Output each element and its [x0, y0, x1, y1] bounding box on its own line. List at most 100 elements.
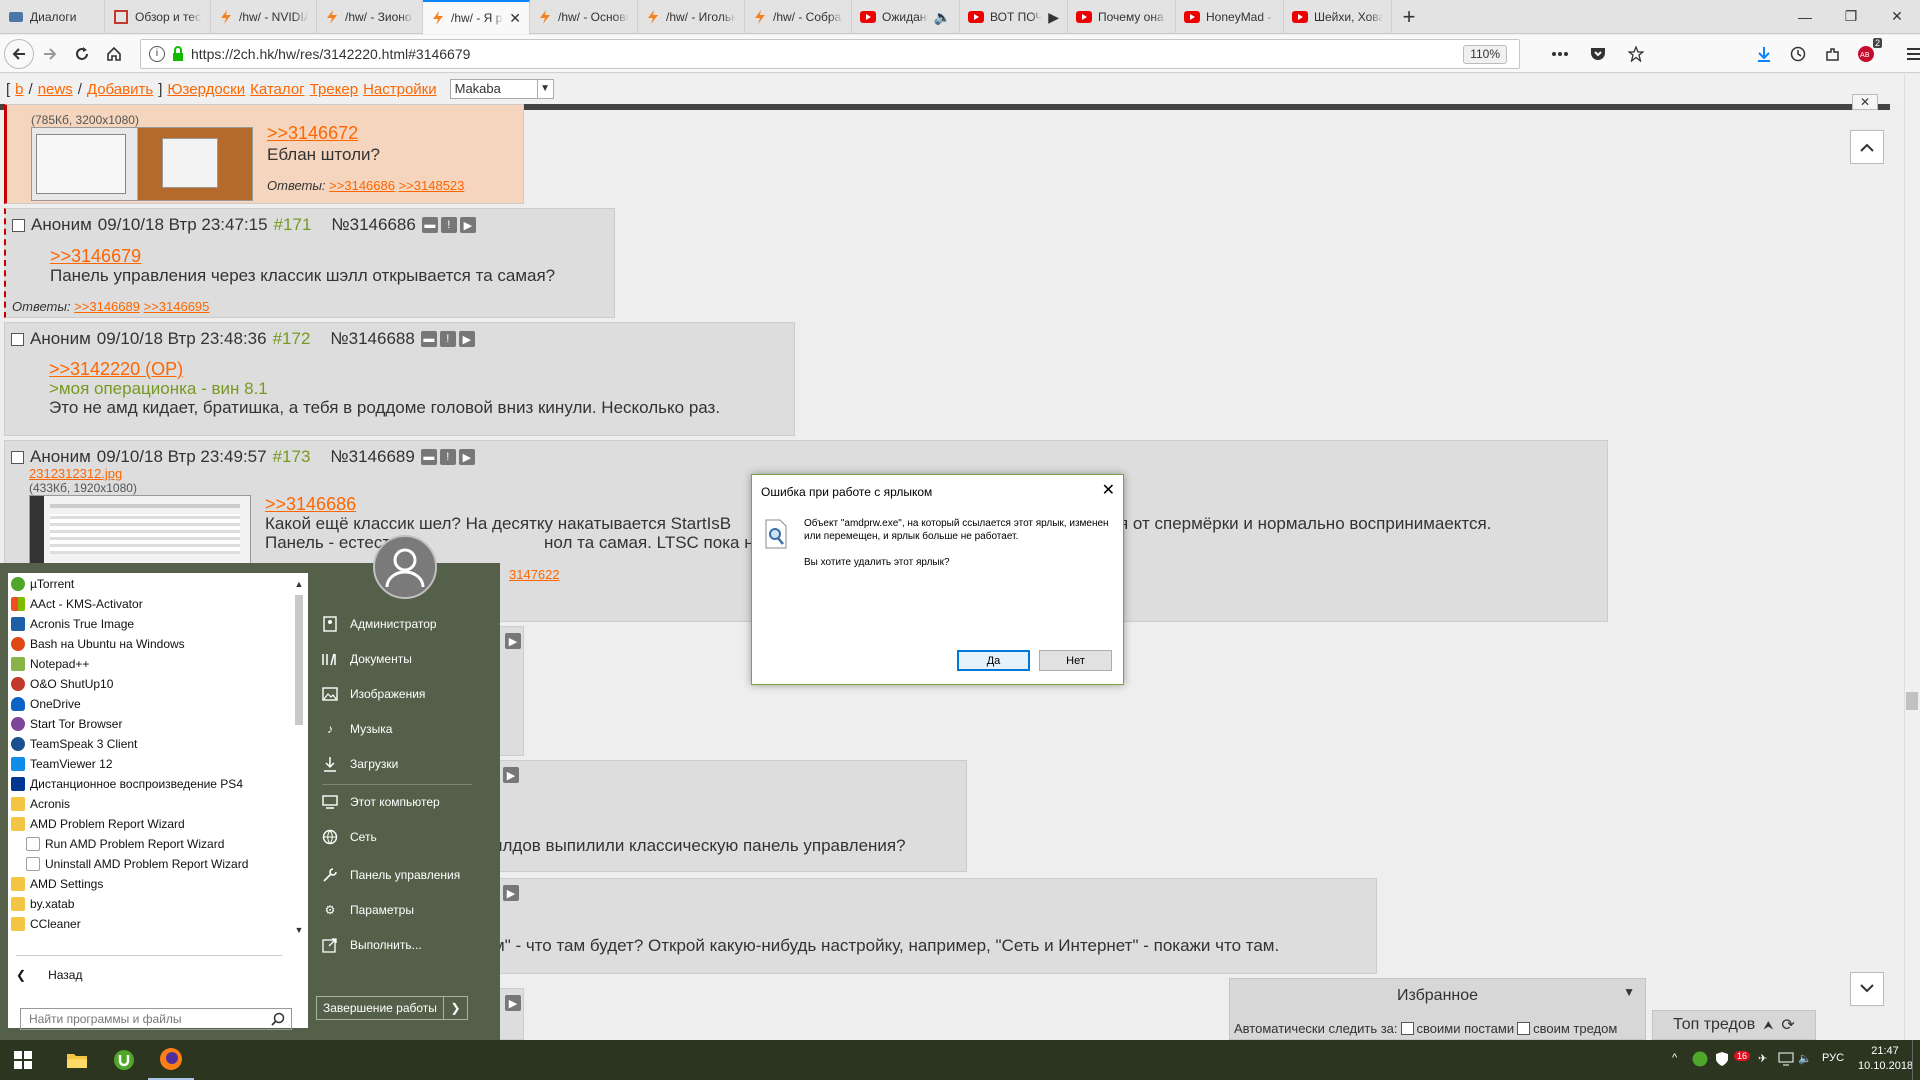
taskbar-firefox[interactable] [148, 1040, 194, 1080]
reply-link[interactable]: >>3146686 [265, 494, 356, 515]
catalog-link[interactable]: Каталог [250, 81, 305, 98]
list-item[interactable]: TeamSpeak 3 Client [11, 734, 137, 754]
list-item[interactable]: CCleaner [11, 914, 81, 934]
start-item-pictures[interactable]: Изображения [322, 681, 425, 707]
no-button[interactable]: Нет [1039, 650, 1112, 671]
list-item[interactable]: Acronis [11, 794, 70, 814]
chevron-up-icon[interactable]: ^ [1672, 1052, 1677, 1064]
tab-review[interactable]: Обзор и тестир [105, 0, 211, 34]
program-list-scrollbar[interactable]: ▲ ▼ [292, 579, 306, 939]
url-bar[interactable]: i https://2ch.hk/hw/res/3142220.html#314… [140, 39, 1520, 69]
tab-youtube-2[interactable]: ВОТ ПОЧЕМ ▶ [960, 0, 1068, 34]
post-checkbox[interactable] [12, 218, 25, 232]
tab-youtube-3[interactable]: Почему она УШ [1068, 0, 1176, 34]
tab-hw-nvidia[interactable]: /hw/ - NVIDIA T [211, 0, 317, 34]
reply-ref[interactable]: >>3146689 [74, 299, 140, 314]
airplane-icon[interactable]: ✈ [1758, 1052, 1767, 1065]
search-icon[interactable] [271, 1012, 285, 1026]
downloads-button[interactable] [1748, 38, 1780, 70]
program-search-input[interactable]: Найти программы и файлы [20, 1008, 292, 1030]
bookmark-star-button[interactable] [1620, 38, 1652, 70]
post-thumbnail[interactable] [29, 495, 251, 565]
post-id[interactable]: №3146689 [330, 447, 414, 467]
chevron-up-icon[interactable]: ⮝ [1763, 1018, 1773, 1033]
play-icon[interactable]: ▶ [505, 633, 521, 649]
list-item[interactable]: Run AMD Problem Report Wizard [26, 834, 224, 854]
language-indicator[interactable]: РУС [1822, 1052, 1844, 1064]
start-item-downloads[interactable]: Загрузки [322, 751, 398, 777]
tab-hw-main[interactable]: /hw/ - Основно [530, 0, 638, 34]
watch-own-posts-checkbox[interactable] [1400, 1022, 1414, 1035]
style-select[interactable]: Makaba ▼ [449, 79, 554, 99]
list-item[interactable]: Notepad++ [11, 654, 89, 674]
play-icon[interactable]: ▶ [458, 449, 475, 465]
home-button[interactable] [98, 38, 130, 70]
back-button[interactable] [4, 38, 34, 69]
yes-button[interactable]: Да [957, 650, 1030, 671]
page-scrollbar[interactable] [1904, 74, 1920, 1041]
forward-button[interactable] [34, 38, 66, 70]
close-icon[interactable]: ✕ [1102, 480, 1115, 500]
library-button[interactable] [1816, 38, 1848, 70]
chevron-right-icon[interactable]: ❯ [443, 997, 467, 1019]
adblock-button[interactable]: AB 2 [1850, 38, 1882, 70]
list-item[interactable]: O&O ShutUp10 [11, 674, 113, 694]
list-item[interactable]: Bash на Ubuntu на Windows [11, 634, 185, 654]
chevron-down-icon[interactable]: ▼ [292, 925, 306, 939]
favorites-title[interactable]: Избранное [1230, 987, 1645, 1005]
list-item[interactable]: AMD Problem Report Wizard [11, 814, 185, 834]
reply-link[interactable]: >>3146672 [267, 123, 358, 144]
speaker-icon[interactable]: 🔈 [934, 9, 951, 26]
list-item[interactable]: OneDrive [11, 694, 81, 714]
shield-icon[interactable] [1714, 1051, 1730, 1067]
start-item-settings[interactable]: ⚙ Параметры [322, 897, 414, 923]
post-id[interactable]: №3146686 [331, 215, 415, 235]
taskbar-explorer[interactable] [54, 1040, 100, 1080]
list-item[interactable]: Start Tor Browser [11, 714, 122, 734]
reload-button[interactable] [66, 38, 98, 70]
close-window-button[interactable]: ✕ [1874, 0, 1920, 33]
tray-badge[interactable]: 16 [1734, 1051, 1751, 1061]
scroll-down-button[interactable] [1850, 972, 1884, 1006]
play-icon[interactable]: ▶ [505, 995, 521, 1011]
watch-own-thread-checkbox[interactable] [1517, 1022, 1531, 1035]
tab-hw-needle[interactable]: /hw/ - Игольно [638, 0, 745, 34]
start-item-computer[interactable]: Этот компьютер [322, 789, 440, 815]
scrollbar-thumb[interactable] [295, 595, 303, 725]
settings-link[interactable]: Настройки [363, 81, 437, 98]
info-icon[interactable]: i [149, 46, 165, 62]
tab-hw-active[interactable]: /hw/ - Я разо ✕ [423, 0, 530, 34]
start-item-music[interactable]: ♪ Музыка [322, 716, 392, 742]
close-icon[interactable]: ✕ [1852, 94, 1878, 110]
avatar[interactable] [373, 535, 437, 599]
start-item-admin[interactable]: Администратор [322, 611, 437, 637]
report-icon[interactable]: ! [440, 217, 457, 233]
shutdown-button[interactable]: Завершение работы ❯ [316, 996, 468, 1020]
start-item-documents[interactable]: Документы [322, 646, 412, 672]
list-item[interactable]: AMD Settings [11, 874, 103, 894]
start-button[interactable] [0, 1040, 46, 1080]
tab-dialogs[interactable]: Диалоги [0, 0, 105, 34]
tab-hw-zion[interactable]: /hw/ - ЗионоТр [317, 0, 423, 34]
show-desktop-button[interactable] [1912, 1040, 1920, 1080]
file-link[interactable]: 2312312312.jpg [29, 466, 122, 481]
post-thumbnail[interactable] [31, 127, 253, 201]
zoom-indicator[interactable]: 110% [1463, 45, 1507, 64]
play-icon[interactable]: ▶ [1048, 9, 1059, 26]
volume-icon[interactable]: 🔈 [1798, 1052, 1812, 1065]
scroll-up-button[interactable] [1850, 130, 1884, 164]
list-item[interactable]: AAct - KMS-Activator [11, 594, 143, 614]
chevron-down-icon[interactable]: ▼ [1623, 985, 1635, 999]
back-button[interactable]: ❮ Назад [16, 968, 82, 982]
board-link-news[interactable]: news [38, 81, 73, 98]
play-icon[interactable]: ▶ [503, 885, 519, 901]
page-scrollbar-thumb[interactable] [1906, 692, 1918, 710]
reply-ref[interactable]: >>3146686 [329, 178, 395, 193]
play-icon[interactable]: ▶ [503, 767, 519, 783]
reply-link[interactable]: >>3142220 (OP) [49, 359, 183, 380]
tab-hw-build[interactable]: /hw/ - Собрал т [745, 0, 852, 34]
reply-ref[interactable]: >>3148523 [399, 178, 465, 193]
post-checkbox[interactable] [11, 450, 24, 464]
post-checkbox[interactable] [11, 332, 24, 346]
chevron-up-icon[interactable]: ▲ [292, 579, 306, 593]
